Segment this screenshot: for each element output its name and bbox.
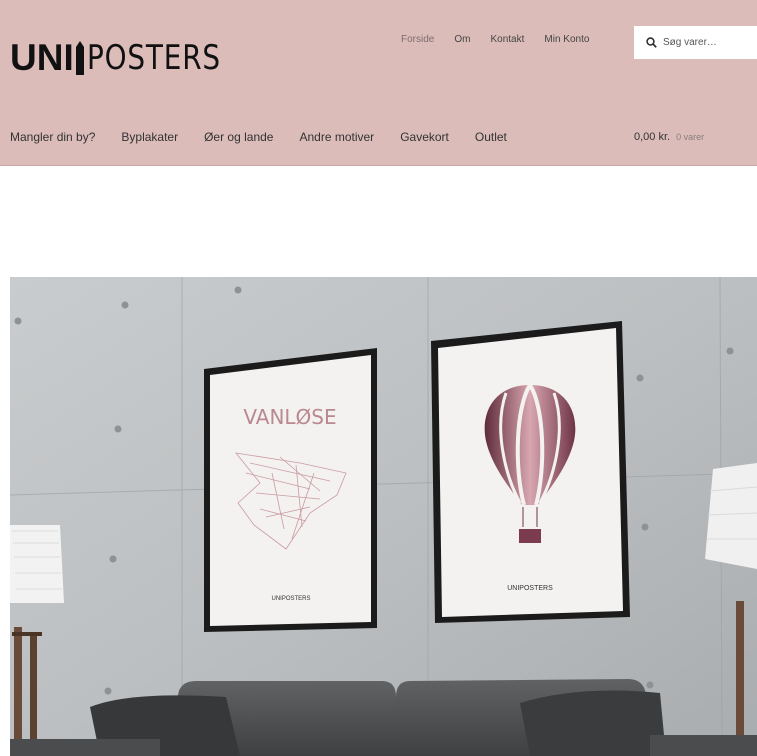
logo-mark-icon: [75, 41, 84, 75]
site-header: UNI POSTERS Forside Om Kontakt Min Konto…: [0, 0, 757, 166]
topnav-link-kontakt[interactable]: Kontakt: [490, 34, 524, 45]
search-input[interactable]: [661, 36, 755, 49]
topnav-link-om[interactable]: Om: [454, 34, 470, 45]
nav-link-gavekort[interactable]: Gavekort: [400, 130, 449, 144]
cushion-right: [520, 690, 666, 756]
poster-left-title: VANLØSE: [243, 405, 336, 429]
nav-link-mangler-din-by[interactable]: Mangler din by?: [10, 130, 95, 144]
poster-frame-left: VANLØSE UNIPOSTERS: [204, 348, 377, 632]
secondary-navigation: Forside Om Kontakt Min Konto: [401, 34, 609, 45]
nav-link-andre-motiver[interactable]: Andre motiver: [299, 130, 374, 144]
nav-link-outlet[interactable]: Outlet: [475, 130, 507, 144]
topnav-link-min-konto[interactable]: Min Konto: [544, 34, 589, 45]
primary-navigation: Mangler din by? Byplakater Øer og lande …: [10, 130, 533, 144]
cart-amount: 0,00 kr.: [634, 131, 671, 143]
logo-text-posters: POSTERS: [86, 38, 221, 78]
logo-text-uni: UNI: [10, 37, 74, 78]
poster-left-brand: UNIPOSTERS: [271, 596, 310, 602]
site-logo[interactable]: UNI POSTERS: [10, 37, 250, 79]
hero-image: VANLØSE UNIPOSTERS UNIPOSTERS: [10, 277, 757, 756]
nav-link-oer-og-lande[interactable]: Øer og lande: [204, 130, 273, 144]
search-icon: [646, 37, 657, 48]
hero-scene: VANLØSE UNIPOSTERS UNIPOSTERS: [10, 277, 757, 756]
product-search: [634, 26, 757, 59]
nav-link-byplakater[interactable]: Byplakater: [121, 130, 178, 144]
cart-item-count: 0 varer: [676, 132, 705, 142]
topnav-link-forside[interactable]: Forside: [401, 34, 434, 45]
cart-link[interactable]: 0,00 kr. 0 varer: [634, 131, 704, 143]
poster-right-brand: UNIPOSTERS: [507, 585, 553, 592]
poster-frame-right: UNIPOSTERS: [431, 321, 630, 623]
